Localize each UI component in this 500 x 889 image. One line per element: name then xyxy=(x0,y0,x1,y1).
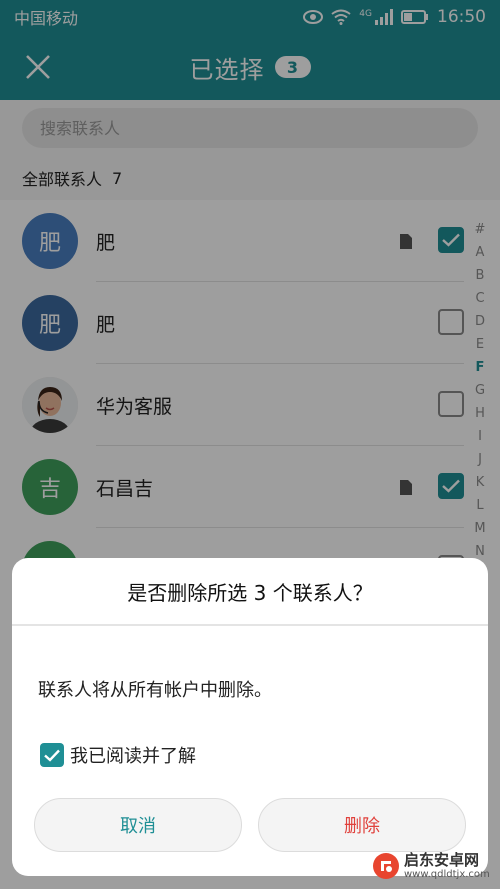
watermark-text-block: 启东安卓网 www.qdldtjx.com xyxy=(404,850,490,880)
cancel-button[interactable]: 取消 xyxy=(34,798,242,852)
dialog-message: 联系人将从所有帐户中删除。 xyxy=(38,680,272,701)
dialog-button-row: 取消 删除 xyxy=(34,798,466,852)
acknowledge-checkbox[interactable] xyxy=(40,743,64,767)
watermark-logo-icon xyxy=(373,853,399,879)
acknowledge-checkbox-row[interactable]: 我已阅读并了解 xyxy=(40,742,488,768)
watermark-url: www.qdldtjx.com xyxy=(404,868,490,880)
delete-button[interactable]: 删除 xyxy=(258,798,466,852)
dialog-title: 是否删除所选 3 个联系人？ xyxy=(12,558,488,626)
acknowledge-label: 我已阅读并了解 xyxy=(70,746,196,767)
check-icon xyxy=(44,749,60,762)
site-watermark: 启东安卓网 www.qdldtjx.com xyxy=(372,852,490,880)
delete-confirm-dialog: 是否删除所选 3 个联系人？ 联系人将从所有帐户中删除。 我已阅读并了解 取消 … xyxy=(12,558,488,876)
contacts-screen: 中国移动 4G 16:50 已选择 3 搜索联系人 全部联系人 7 肥 肥 肥 … xyxy=(0,0,500,889)
watermark-title: 启东安卓网 xyxy=(404,850,480,869)
